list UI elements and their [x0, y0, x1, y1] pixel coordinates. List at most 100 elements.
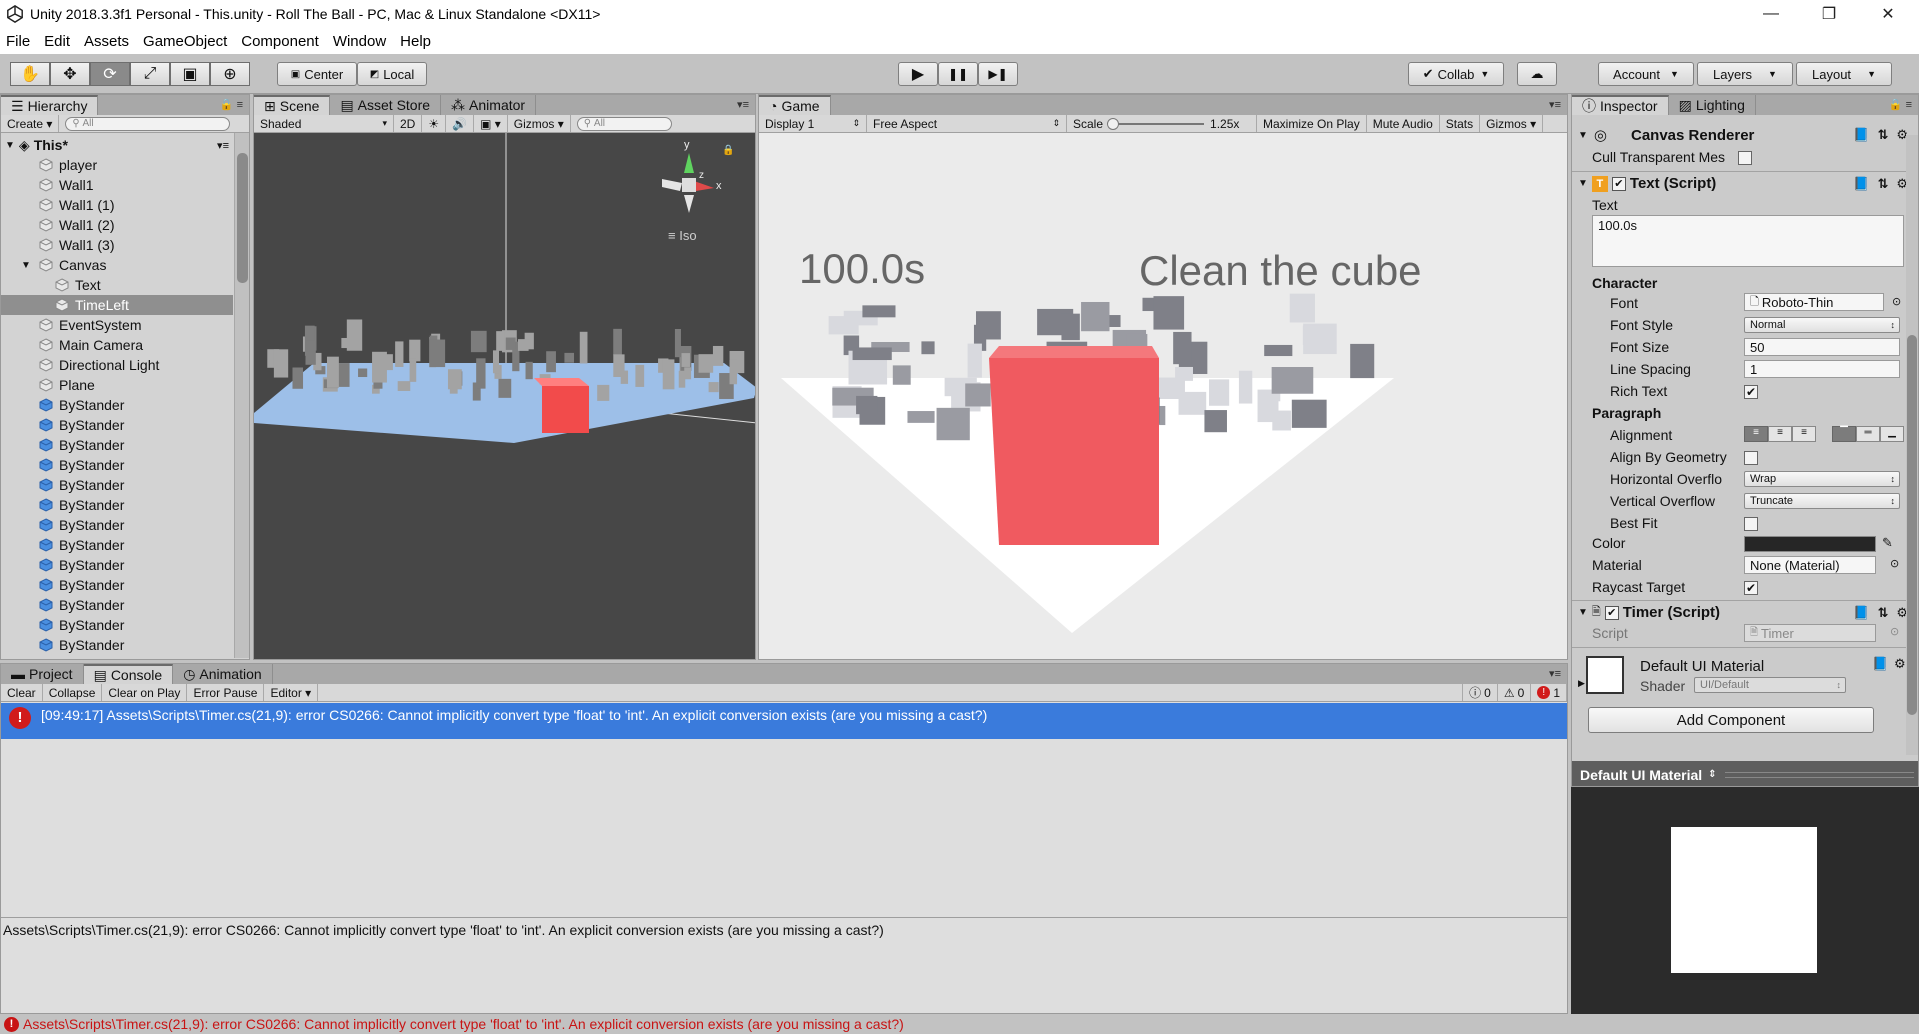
preview-handle[interactable]: [1724, 771, 1914, 778]
line-spacing-field[interactable]: 1: [1744, 360, 1900, 378]
hierarchy-item[interactable]: ByStander: [1, 635, 233, 655]
menu-file[interactable]: File: [6, 33, 30, 50]
collapse-toggle[interactable]: Collapse: [43, 684, 103, 701]
collab-button[interactable]: ✔ Collab ▼: [1408, 62, 1504, 86]
tab-animation[interactable]: ◷ Animation: [173, 664, 273, 684]
color-swatch[interactable]: [1744, 536, 1876, 552]
transform-tool-icon[interactable]: ⊕: [210, 62, 250, 86]
hierarchy-item[interactable]: Wall1: [1, 175, 233, 195]
menu-component[interactable]: Component: [241, 33, 319, 50]
help-book-icon[interactable]: 📘: [1853, 127, 1869, 143]
rotate-tool-icon[interactable]: ⟳: [90, 62, 130, 86]
scale-tool-icon[interactable]: ⤢: [130, 62, 170, 86]
info-filter-toggle[interactable]: ⓘ 0: [1462, 684, 1498, 701]
aspect-dropdown[interactable]: Free Aspect ⇕: [867, 115, 1067, 132]
rich-text-checkbox[interactable]: ✔: [1744, 385, 1758, 399]
close-button[interactable]: ✕: [1860, 0, 1916, 28]
panel-menu-icon[interactable]: ▾≡: [1549, 667, 1561, 680]
hierarchy-item[interactable]: Plane: [1, 375, 233, 395]
tab-hierarchy[interactable]: ☰ Hierarchy: [1, 95, 99, 115]
align-left-icon[interactable]: ≡: [1744, 426, 1768, 442]
shader-dropdown[interactable]: UI/Default: [1694, 677, 1846, 693]
hierarchy-item[interactable]: ByStander: [1, 555, 233, 575]
expand-arrow-icon[interactable]: ▼: [21, 260, 31, 271]
hierarchy-item[interactable]: ByStander: [1, 495, 233, 515]
material-field[interactable]: None (Material): [1744, 556, 1876, 574]
panel-menu-icon[interactable]: ▾≡: [737, 98, 749, 111]
tab-asset-store[interactable]: ▤ Asset Store: [330, 95, 442, 115]
hierarchy-item[interactable]: TimeLeft: [1, 295, 233, 315]
raycast-checkbox[interactable]: ✔: [1744, 581, 1758, 595]
move-tool-icon[interactable]: ✥: [50, 62, 90, 86]
text-component-header[interactable]: ▼ T ✔ Text (Script) 📘 ⇅ ⚙: [1572, 171, 1918, 195]
stats-toggle[interactable]: Stats: [1440, 115, 1481, 132]
console-entry-selected[interactable]: ! [09:49:17] Assets\Scripts\Timer.cs(21,…: [1, 703, 1567, 739]
hierarchy-item[interactable]: ByStander: [1, 415, 233, 435]
tab-project[interactable]: ▬ Project: [1, 664, 84, 684]
hierarchy-item[interactable]: EventSystem: [1, 315, 233, 335]
editor-target-dropdown[interactable]: Editor ▾: [264, 684, 319, 701]
canvas-renderer-header[interactable]: ▼ ◎ Canvas Renderer 📘 ⇅ ⚙: [1572, 123, 1918, 147]
slider-track[interactable]: [1107, 117, 1205, 130]
projection-label[interactable]: ≡ Iso: [668, 228, 697, 243]
timer-component-header[interactable]: ▼ 🗎 ✔ Timer (Script) 📘 ⇅ ⚙: [1572, 600, 1918, 624]
text-value-field[interactable]: 100.0s: [1592, 215, 1904, 267]
menu-help[interactable]: Help: [400, 33, 431, 50]
game-view-canvas[interactable]: 100.0s Clean the cube: [759, 133, 1568, 660]
text-enabled-checkbox[interactable]: ✔: [1611, 176, 1626, 191]
hierarchy-item[interactable]: Wall1 (3): [1, 235, 233, 255]
menu-gameobject[interactable]: GameObject: [143, 33, 227, 50]
cull-checkbox[interactable]: [1738, 151, 1752, 165]
help-book-icon[interactable]: 📘: [1853, 176, 1869, 192]
inspector-scrollbar[interactable]: [1906, 135, 1918, 755]
menu-assets[interactable]: Assets: [84, 33, 129, 50]
error-pause-toggle[interactable]: Error Pause: [187, 684, 265, 701]
pivot-local-button[interactable]: ◩ Local: [357, 62, 427, 86]
hierarchy-item[interactable]: ByStander: [1, 395, 233, 415]
menu-edit[interactable]: Edit: [44, 33, 70, 50]
object-picker-icon[interactable]: ⊙: [1892, 295, 1901, 308]
hierarchy-search-input[interactable]: ⚲ All: [65, 116, 231, 131]
scroll-thumb[interactable]: [237, 153, 248, 283]
display-dropdown[interactable]: Display 1 ⇕: [759, 115, 867, 132]
align-geometry-checkbox[interactable]: [1744, 451, 1758, 465]
hand-tool-icon[interactable]: ✋: [10, 62, 50, 86]
add-component-button[interactable]: Add Component: [1588, 707, 1874, 733]
maximize-button[interactable]: ❐: [1801, 0, 1857, 28]
maximize-on-play-toggle[interactable]: Maximize On Play: [1257, 115, 1367, 132]
hierarchy-item[interactable]: ByStander: [1, 535, 233, 555]
error-filter-toggle[interactable]: ! 1: [1531, 684, 1567, 701]
panel-menu-icon[interactable]: 🔒 ≡: [1889, 98, 1912, 111]
account-dropdown[interactable]: Account ▼: [1598, 62, 1694, 86]
warning-filter-toggle[interactable]: ⚠ 0: [1498, 684, 1532, 701]
clear-button[interactable]: Clear: [1, 684, 43, 701]
tab-console[interactable]: ▤ Console: [83, 664, 174, 684]
lighting-toggle-icon[interactable]: ☀: [422, 115, 447, 132]
layout-dropdown[interactable]: Layout ▼: [1796, 62, 1892, 86]
step-button[interactable]: ▶❚: [978, 62, 1018, 86]
font-size-field[interactable]: 50: [1744, 338, 1900, 356]
align-center-icon[interactable]: ≡: [1768, 426, 1792, 442]
hierarchy-scrollbar[interactable]: [234, 133, 249, 658]
scene-gizmos-dropdown[interactable]: Gizmos ▾: [508, 115, 571, 132]
tab-game[interactable]: ◔ Game: [759, 95, 831, 115]
align-right-icon[interactable]: ≡: [1792, 426, 1816, 442]
hierarchy-item[interactable]: ▼ Canvas: [1, 255, 233, 275]
hierarchy-item[interactable]: ByStander: [1, 515, 233, 535]
effects-toggle-icon[interactable]: ▣ ▾: [474, 115, 508, 132]
scale-slider[interactable]: Scale 1.25x: [1067, 115, 1257, 132]
pivot-center-button[interactable]: ▣ Center: [277, 62, 357, 86]
object-picker-icon[interactable]: ⊙: [1890, 557, 1899, 570]
clear-on-play-toggle[interactable]: Clear on Play: [102, 684, 188, 701]
slider-thumb[interactable]: [1107, 117, 1120, 130]
scene-gizmo[interactable]: y x z 🔒: [662, 139, 734, 213]
gizmo-lock-icon[interactable]: 🔒: [722, 144, 734, 156]
timer-enabled-checkbox[interactable]: ✔: [1604, 605, 1619, 620]
help-book-icon[interactable]: 📘: [1872, 656, 1888, 672]
minimize-button[interactable]: —: [1743, 0, 1799, 28]
v-overflow-dropdown[interactable]: Truncate: [1744, 493, 1900, 509]
hierarchy-item[interactable]: Main Camera: [1, 335, 233, 355]
create-dropdown[interactable]: Create ▾: [1, 115, 60, 132]
pause-button[interactable]: ❚❚: [938, 62, 978, 86]
layers-dropdown[interactable]: Layers ▼: [1697, 62, 1793, 86]
